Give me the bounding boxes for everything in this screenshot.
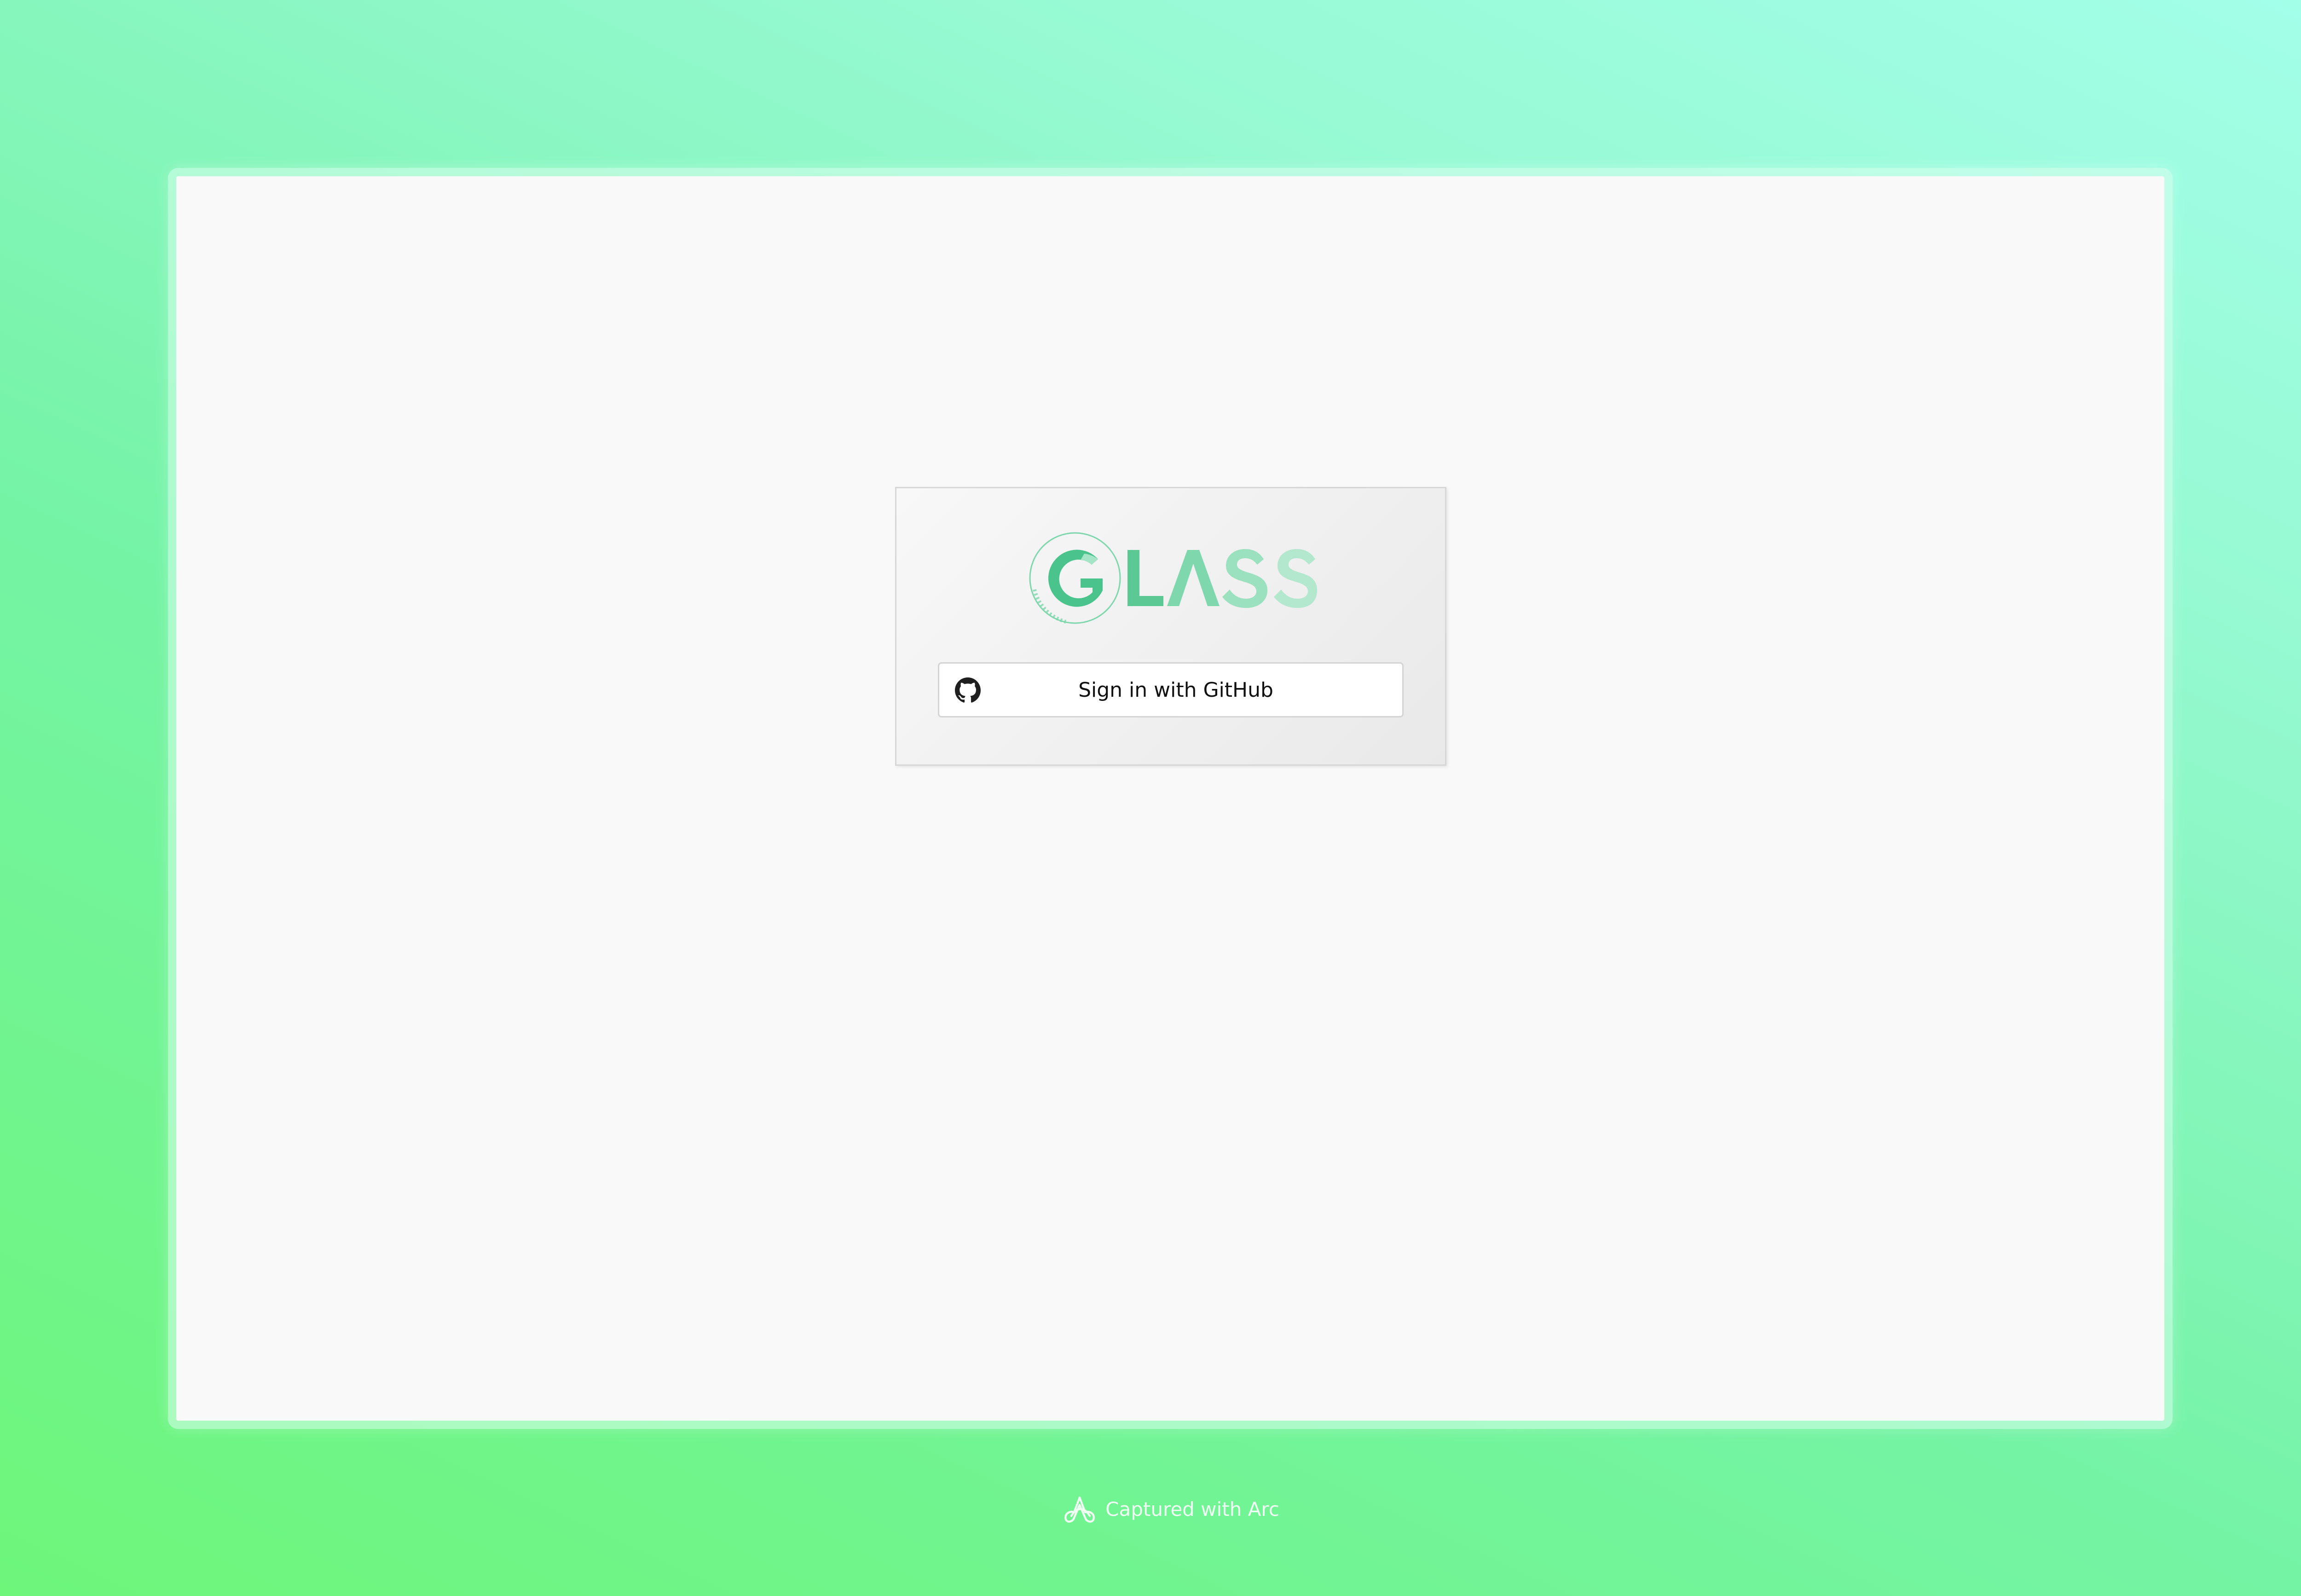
arc-icon: [1064, 1496, 1095, 1523]
footer-label: Captured with Arc: [1105, 1498, 1279, 1521]
browser-window: Sign in with GitHub: [168, 168, 2173, 1429]
signin-with-github-button[interactable]: Sign in with GitHub: [938, 662, 1404, 717]
page-content: Sign in with GitHub: [176, 176, 2164, 1421]
capture-footer: Captured with Arc: [0, 1493, 2301, 1525]
glass-logo: [1029, 532, 1317, 624]
login-card: Sign in with GitHub: [895, 487, 1446, 766]
signin-button-label: Sign in with GitHub: [1078, 678, 1273, 702]
